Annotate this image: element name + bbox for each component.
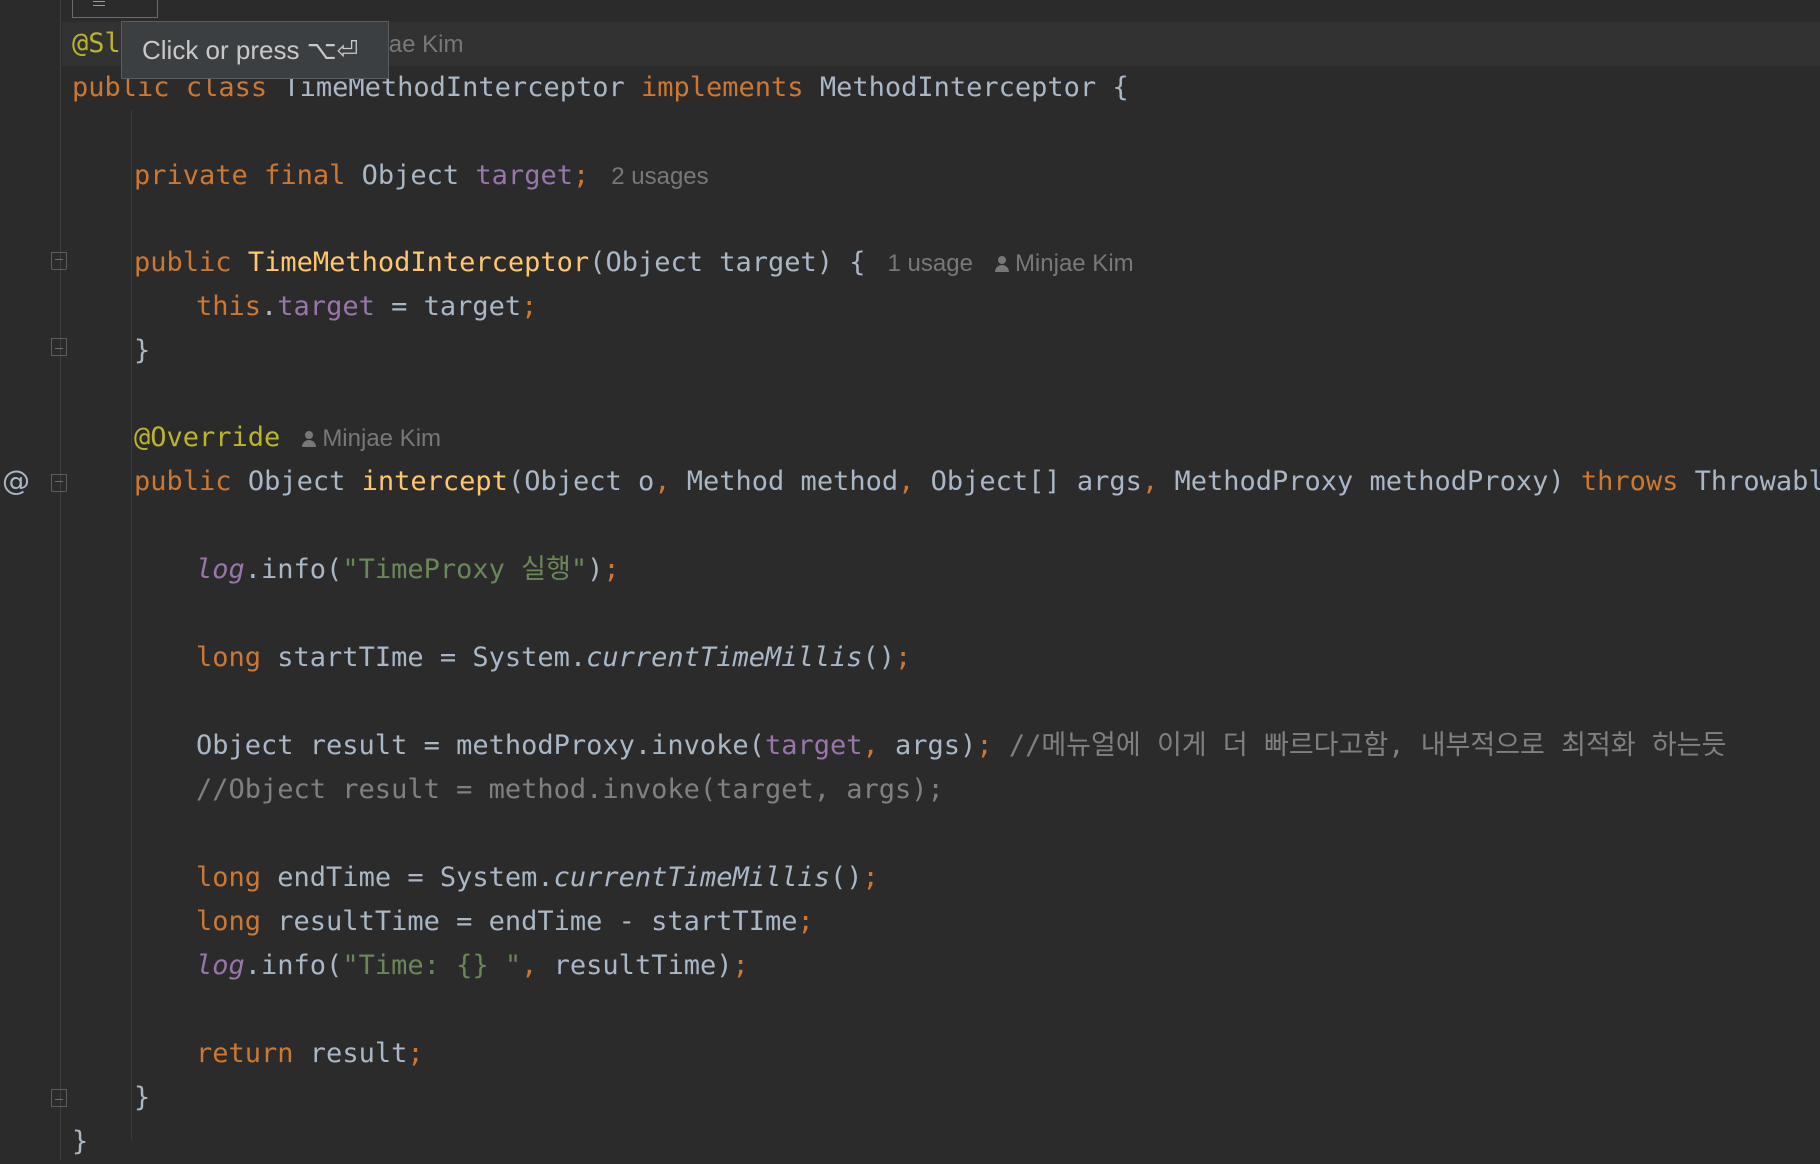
assignment: resultTime = endTime - startTIme (261, 906, 798, 937)
type-name: Object (361, 160, 460, 191)
keyword: this (196, 291, 262, 322)
semicolon: ; (862, 862, 879, 893)
author-hint[interactable]: ae Kim (389, 31, 464, 58)
author-hint[interactable]: Minjae Kim (1015, 250, 1134, 277)
field-name: target (764, 730, 863, 761)
code-line-6: public TimeMethodInterceptor(Object targ… (134, 241, 1134, 285)
field-name: target (475, 160, 573, 191)
author-hint[interactable]: Minjae Kim (322, 425, 441, 452)
semicolon: ; (976, 730, 993, 761)
semicolon: ; (797, 906, 814, 937)
method-call: .info( (244, 950, 343, 981)
keyword: private (134, 160, 248, 191)
assignment: = target (374, 291, 522, 322)
field-name: target (277, 291, 375, 322)
override-annotation: @Override (134, 422, 281, 453)
tooltip: Click or press ⌥⏎ (121, 21, 389, 79)
fold-end-icon[interactable] (51, 1089, 67, 1107)
person-icon (994, 255, 1009, 273)
string-literal: "Time: {} " (342, 950, 522, 981)
code-line-24: return result; (196, 1032, 424, 1076)
param: Method method (670, 466, 899, 497)
code-line-26: } (72, 1126, 89, 1157)
semicolon: ; (407, 1038, 424, 1069)
code-line-4: private final Object target; 2 usages (134, 154, 709, 198)
code-line-11: public Object intercept(Object o, Method… (134, 460, 1820, 504)
method-name: intercept (361, 466, 508, 497)
keyword: final (264, 160, 346, 191)
paren: ) (587, 554, 604, 585)
comma: , (654, 466, 671, 497)
assignment: startTIme = System. (261, 642, 587, 673)
type-name: Object (247, 466, 346, 497)
exception-type: Throwable { (1694, 466, 1820, 497)
keyword: long (196, 642, 262, 673)
code-line-7: this.target = target; (196, 285, 537, 329)
param: MethodProxy methodProxy) (1158, 466, 1581, 497)
code-line-15: long startTIme = System.currentTimeMilli… (196, 636, 911, 680)
keyword: long (196, 906, 262, 937)
code-line-18: //Object result = method.invoke(target, … (196, 774, 944, 805)
editor-gutter: @ (0, 0, 67, 1160)
code-line-20: long endTime = System.currentTimeMillis(… (196, 856, 879, 900)
semicolon: ; (572, 160, 590, 191)
param: args) (878, 730, 977, 761)
line-comment: //메뉴얼에 이게 더 빠르다고함, 내부적으로 최적화 하는듯 (992, 730, 1727, 761)
code-editor[interactable]: @Sl ae Kim public class TimeMethodInterce… (62, 0, 1820, 1160)
constructor-params: (Object target) { (589, 247, 866, 278)
keyword: public (134, 247, 232, 278)
param: Object[] args (914, 466, 1142, 497)
method-call: .info( (244, 554, 343, 585)
code-line-22: log.info("Time: {} ", resultTime); (196, 944, 749, 988)
paren: () (862, 642, 895, 673)
semicolon: ; (732, 950, 749, 981)
slf4j-annotation: @Sl (72, 28, 121, 59)
param: (Object o (507, 466, 655, 497)
fold-end-icon[interactable] (51, 338, 67, 356)
code-line-13: log.info("TimeProxy 실행"); (196, 548, 620, 592)
code-line-10: @Override Minjae Kim (134, 416, 441, 460)
semicolon: ; (895, 642, 912, 673)
code-line-21: long resultTime = endTime - startTIme; (196, 900, 814, 944)
static-method: currentTimeMillis (553, 862, 830, 893)
dot: . (261, 291, 278, 322)
log-field: log (196, 950, 245, 981)
person-icon (302, 430, 317, 448)
keyword: throws (1580, 466, 1679, 497)
indent-guide (131, 500, 132, 1070)
string-literal: "TimeProxy 실행" (342, 554, 588, 585)
return-value: result (293, 1038, 408, 1069)
statement: Object result = methodProxy.invoke( (196, 730, 765, 761)
code-line-8: } (134, 335, 151, 366)
semicolon: ; (603, 554, 620, 585)
code-line-25: } (134, 1082, 151, 1113)
assignment: endTime = System. (261, 862, 554, 893)
comma: , (862, 730, 879, 761)
constructor-name: TimeMethodInterceptor (247, 247, 590, 278)
usages-hint[interactable]: 1 usage (888, 250, 973, 277)
log-field: log (196, 554, 245, 585)
static-method: currentTimeMillis (586, 642, 863, 673)
comma: , (898, 466, 915, 497)
keyword: return (196, 1038, 294, 1069)
comma: , (521, 950, 538, 981)
comma: , (1141, 466, 1159, 497)
fold-toggle-icon[interactable] (51, 252, 67, 270)
semicolon: ; (521, 291, 538, 322)
param: resultTime) (537, 950, 733, 981)
brace: { (1112, 72, 1129, 103)
code-line-17: Object result = methodProxy.invoke(targe… (196, 724, 1726, 768)
fold-toggle-icon[interactable] (51, 474, 67, 492)
keyword: implements (641, 72, 804, 103)
keyword: public (134, 466, 232, 497)
interface-name: MethodInterceptor (819, 72, 1097, 103)
usages-hint[interactable]: 2 usages (611, 163, 708, 190)
paren: () (829, 862, 863, 893)
keyword: long (196, 862, 262, 893)
gutter-separator (60, 0, 61, 1160)
override-marker-icon[interactable]: @ (2, 464, 30, 497)
